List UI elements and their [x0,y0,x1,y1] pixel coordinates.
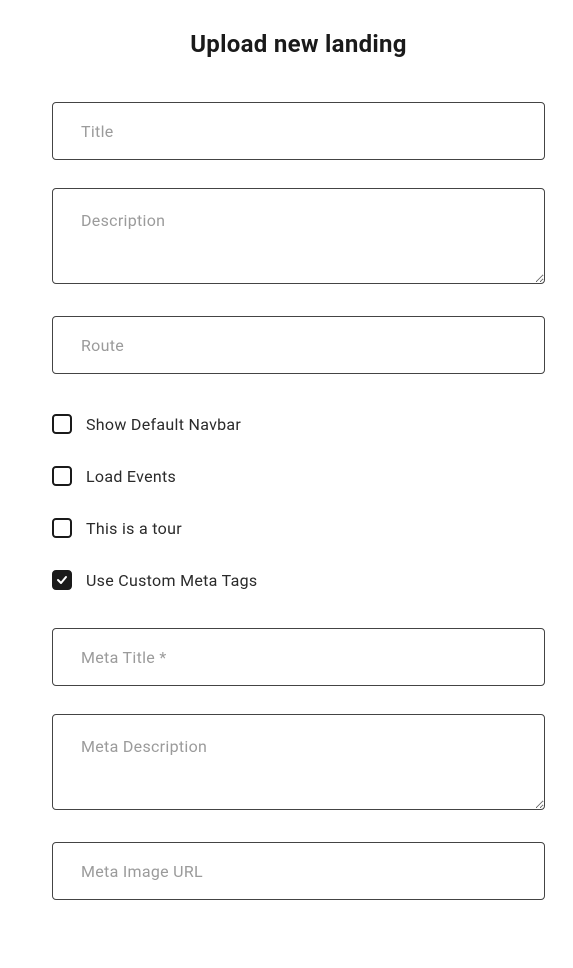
show-navbar-label: Show Default Navbar [86,415,241,434]
custom-meta-label: Use Custom Meta Tags [86,571,257,590]
custom-meta-checkbox[interactable] [52,570,72,590]
is-tour-checkbox[interactable] [52,518,72,538]
page-title: Upload new landing [52,30,545,58]
description-textarea[interactable] [52,188,545,284]
load-events-checkbox[interactable] [52,466,72,486]
load-events-label: Load Events [86,467,176,486]
check-icon [56,574,68,586]
is-tour-label: This is a tour [86,519,182,538]
meta-title-input[interactable] [52,628,545,686]
route-input[interactable] [52,316,545,374]
meta-image-url-input[interactable] [52,842,545,900]
show-navbar-checkbox[interactable] [52,414,72,434]
meta-description-textarea[interactable] [52,714,545,810]
title-input[interactable] [52,102,545,160]
